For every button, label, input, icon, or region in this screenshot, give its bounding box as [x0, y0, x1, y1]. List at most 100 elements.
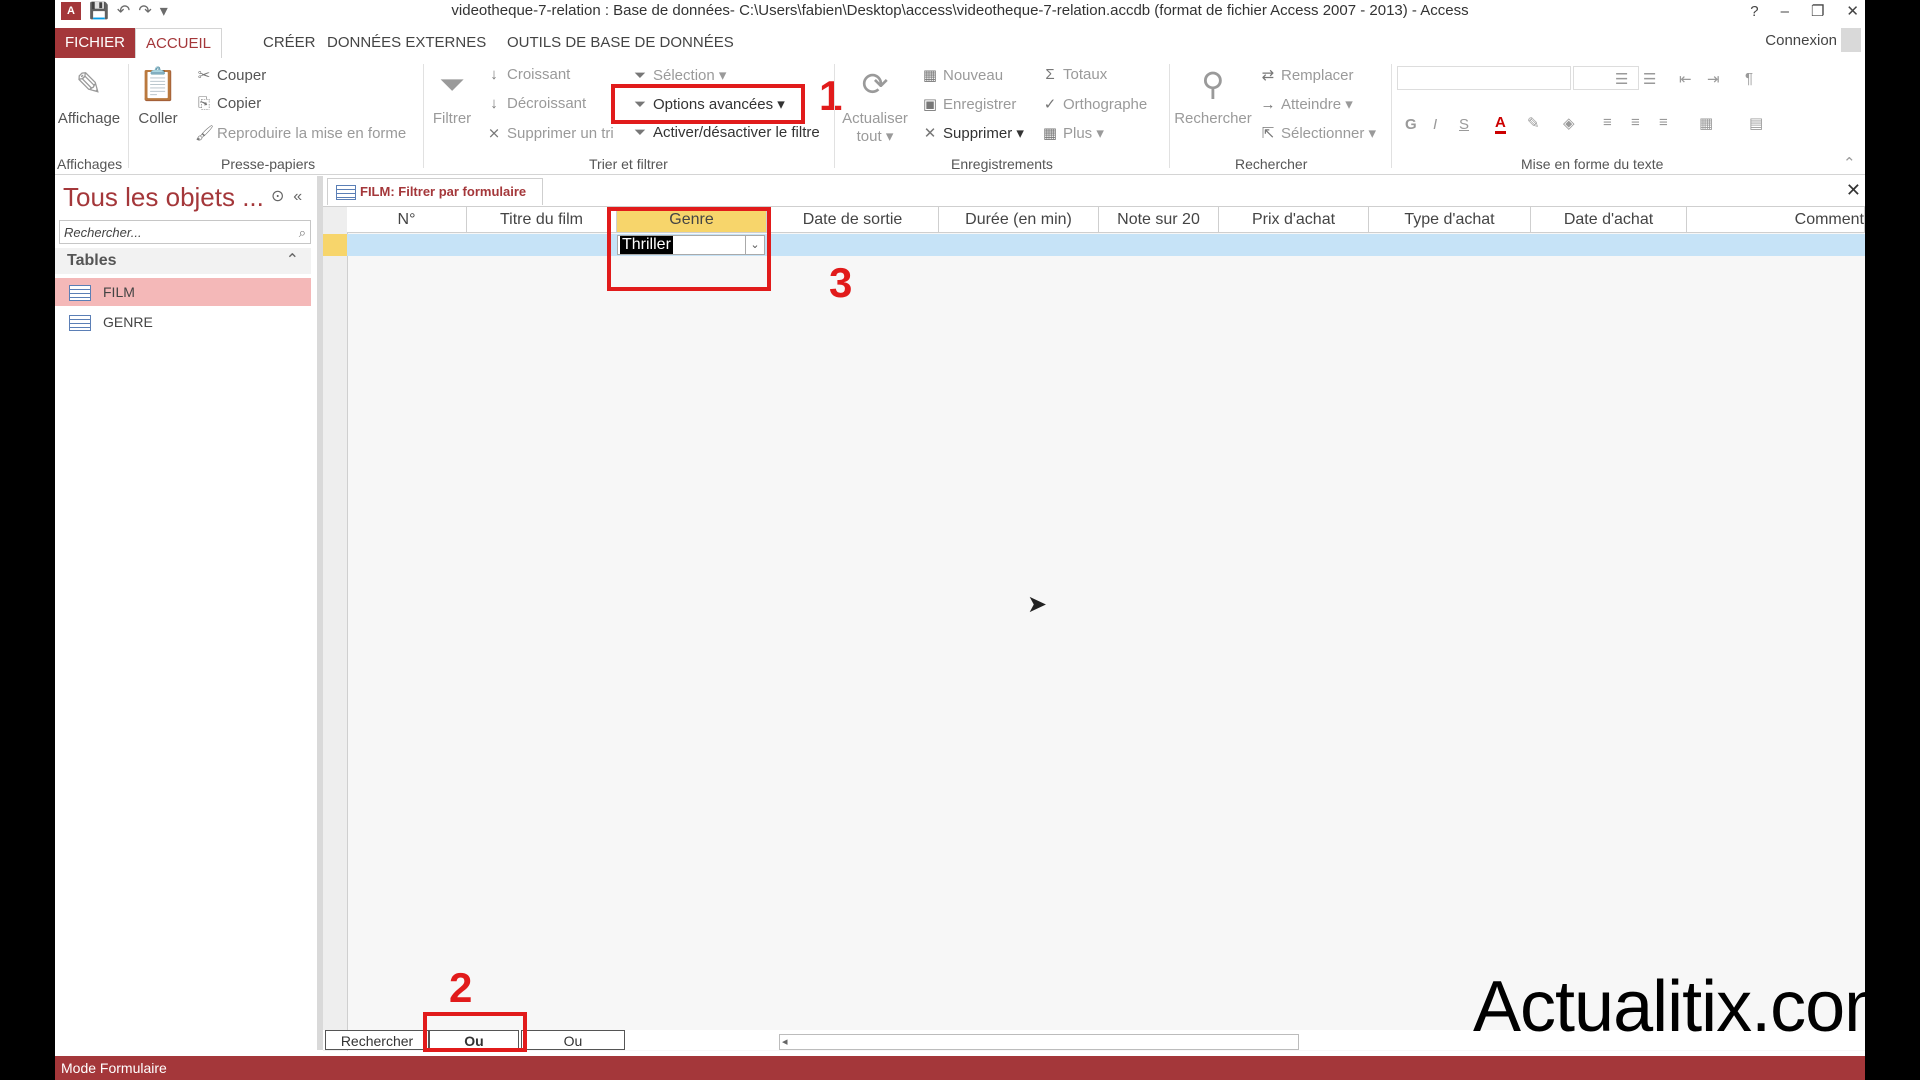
nav-section-tables[interactable]: Tables ⌃ — [55, 248, 311, 274]
refresh-all-button[interactable]: ⟳ Actualiser tout ▾ — [839, 64, 911, 145]
font-color-icon[interactable]: A — [1495, 114, 1506, 134]
cut-button[interactable]: ✂ Couper — [195, 66, 267, 84]
view-button[interactable]: ✎ Affichage — [57, 64, 121, 127]
fill-color-icon[interactable]: ◈ — [1563, 114, 1575, 132]
filter-button[interactable]: ⏷ Filtrer — [427, 64, 477, 127]
goto-dropdown[interactable]: → Atteindre ▾ — [1259, 95, 1353, 113]
help-button[interactable]: ? — [1750, 3, 1758, 20]
filter-row-selector[interactable] — [323, 234, 347, 256]
font-name-combo[interactable] — [1397, 66, 1571, 90]
collapse-icon[interactable]: ⌃ — [286, 248, 299, 274]
tab-or-new[interactable]: Ou — [521, 1030, 625, 1050]
avatar[interactable] — [1841, 28, 1861, 52]
column-header-rating[interactable]: Note sur 20 — [1099, 207, 1219, 233]
tab-file[interactable]: FICHIER — [55, 28, 135, 58]
gridlines-icon[interactable]: ▦ — [1699, 114, 1713, 132]
copy-button[interactable]: ⎘ Copier — [195, 95, 261, 112]
delete-record-button[interactable]: ✕ Supprimer ▾ — [921, 124, 1024, 142]
clear-sort-icon: ⨯ — [487, 125, 501, 142]
tab-look-for[interactable]: Rechercher — [325, 1030, 429, 1050]
scroll-left-icon[interactable]: ◂ — [782, 1035, 788, 1048]
alternate-row-color-icon[interactable]: ▤ — [1749, 114, 1763, 132]
bullets-icon[interactable]: ☰ — [1615, 70, 1628, 88]
column-header-comments[interactable]: Comment — [1687, 207, 1865, 233]
column-header-purchase-type[interactable]: Type d'achat — [1369, 207, 1531, 233]
group-label-find: Rechercher — [1235, 156, 1308, 172]
close-document-icon[interactable]: ✕ — [1846, 180, 1861, 201]
selection-dropdown[interactable]: ⏷ Sélection ▾ — [631, 66, 726, 84]
group-label-sort-filter: Trier et filtrer — [589, 156, 668, 172]
column-header-title[interactable]: Titre du film — [467, 207, 617, 233]
highlight-icon[interactable]: ✎ — [1527, 114, 1540, 132]
column-header-id[interactable]: N° — [347, 207, 467, 233]
sort-ascending-button[interactable]: ↓ Croissant — [485, 66, 570, 83]
annotation-box-2 — [423, 1012, 527, 1052]
tab-database-tools[interactable]: OUTILS DE BASE DE DONNÉES — [497, 28, 744, 58]
access-window: A 💾 ↶ ↷ ▾ videotheque-7-relation : Base … — [55, 0, 1865, 1080]
bold-button[interactable]: G — [1405, 116, 1417, 133]
shutter-bar-icon[interactable]: « — [293, 188, 302, 205]
nav-menu-icon[interactable]: ⊙ — [271, 188, 284, 205]
decrease-indent-icon[interactable]: ⇤ — [1679, 70, 1692, 88]
new-record-button[interactable]: ▦ Nouveau — [921, 66, 1003, 84]
collapse-ribbon-icon[interactable]: ⌃ — [1843, 154, 1856, 172]
numbering-icon[interactable]: ☰ — [1643, 70, 1656, 88]
tab-external-data[interactable]: DONNÉES EXTERNES — [317, 28, 496, 58]
italic-button[interactable]: I — [1433, 116, 1437, 133]
totals-button[interactable]: Σ Totaux — [1041, 66, 1107, 83]
tab-create[interactable]: CRÉER — [253, 28, 326, 58]
search-icon[interactable]: ⌕ — [299, 221, 306, 245]
form-icon — [336, 185, 356, 200]
underline-button[interactable]: S — [1459, 116, 1469, 133]
replace-button[interactable]: ⇄ Remplacer — [1259, 66, 1354, 84]
minimize-button[interactable]: – — [1781, 3, 1789, 20]
toggle-filter-button[interactable]: ⏷ Activer/désactiver le filtre — [631, 124, 820, 141]
view-icon: ✎ — [75, 66, 103, 102]
save-icon: ▣ — [922, 96, 938, 113]
paragraph-direction-icon[interactable]: ¶ — [1745, 70, 1753, 87]
sort-descending-button[interactable]: ↓ Décroissant — [485, 95, 586, 112]
nav-item-film[interactable]: FILM — [55, 278, 311, 306]
increase-indent-icon[interactable]: ⇥ — [1707, 70, 1720, 88]
more-button[interactable]: ▦ Plus ▾ — [1041, 124, 1104, 142]
close-button[interactable]: ✕ — [1846, 2, 1859, 20]
column-header-release-date[interactable]: Date de sortie — [767, 207, 939, 233]
nav-item-genre[interactable]: GENRE — [55, 308, 311, 336]
spelling-button[interactable]: ✓ Orthographe — [1041, 95, 1148, 113]
column-header-duration[interactable]: Durée (en min) — [939, 207, 1099, 233]
window-controls: ? – ❐ ✕ — [1750, 0, 1859, 22]
watermark-text: Actualitix.com — [1473, 967, 1865, 1047]
table-icon: ▦ — [1042, 125, 1058, 142]
funnel-icon: ⏷ — [633, 124, 646, 141]
nav-pane-title[interactable]: Tous les objets ... — [63, 182, 264, 213]
column-header-purchase-date[interactable]: Date d'achat — [1531, 207, 1687, 233]
align-center-icon[interactable]: ≡ — [1631, 114, 1640, 131]
paste-button[interactable]: 📋 Coller — [133, 64, 183, 127]
filter-criteria-row[interactable] — [347, 234, 1865, 256]
sign-in-link[interactable]: Connexion — [1765, 32, 1837, 49]
font-size-combo[interactable] — [1573, 66, 1639, 90]
sigma-icon: Σ — [1045, 66, 1055, 83]
nav-search-input[interactable]: Rechercher... ⌕ — [59, 220, 311, 244]
scissors-icon: ✂ — [197, 67, 211, 84]
spell-check-icon: ✓ — [1043, 96, 1057, 113]
group-label-records: Enregistrements — [951, 156, 1053, 172]
pointer-icon: ⇱ — [1261, 125, 1275, 142]
align-left-icon[interactable]: ≡ — [1603, 114, 1612, 131]
save-record-button[interactable]: ▣ Enregistrer — [921, 95, 1016, 113]
column-header-price[interactable]: Prix d'achat — [1219, 207, 1369, 233]
document-tab[interactable]: FILM: Filtrer par formulaire — [327, 178, 544, 205]
horizontal-scrollbar[interactable]: ◂ — [779, 1034, 1299, 1050]
arrow-right-icon: → — [1260, 96, 1276, 113]
format-painter-button[interactable]: 🖌 Reproduire la mise en forme — [195, 124, 406, 142]
title-bar: A 💾 ↶ ↷ ▾ videotheque-7-relation : Base … — [55, 0, 1865, 22]
record-selector-column — [323, 207, 348, 1051]
filter-by-form-grid: N° Titre du film Genre Date de sortie Du… — [323, 206, 1865, 1051]
tab-home[interactable]: ACCUEIL — [135, 28, 223, 60]
find-button[interactable]: ⚲ Rechercher — [1173, 64, 1253, 127]
align-right-icon[interactable]: ≡ — [1659, 114, 1668, 131]
select-dropdown[interactable]: ⇱ Sélectionner ▾ — [1259, 124, 1376, 142]
restore-button[interactable]: ❐ — [1811, 2, 1824, 20]
table-icon — [69, 285, 91, 301]
remove-sort-button[interactable]: ⨯ Supprimer un tri — [485, 124, 614, 142]
